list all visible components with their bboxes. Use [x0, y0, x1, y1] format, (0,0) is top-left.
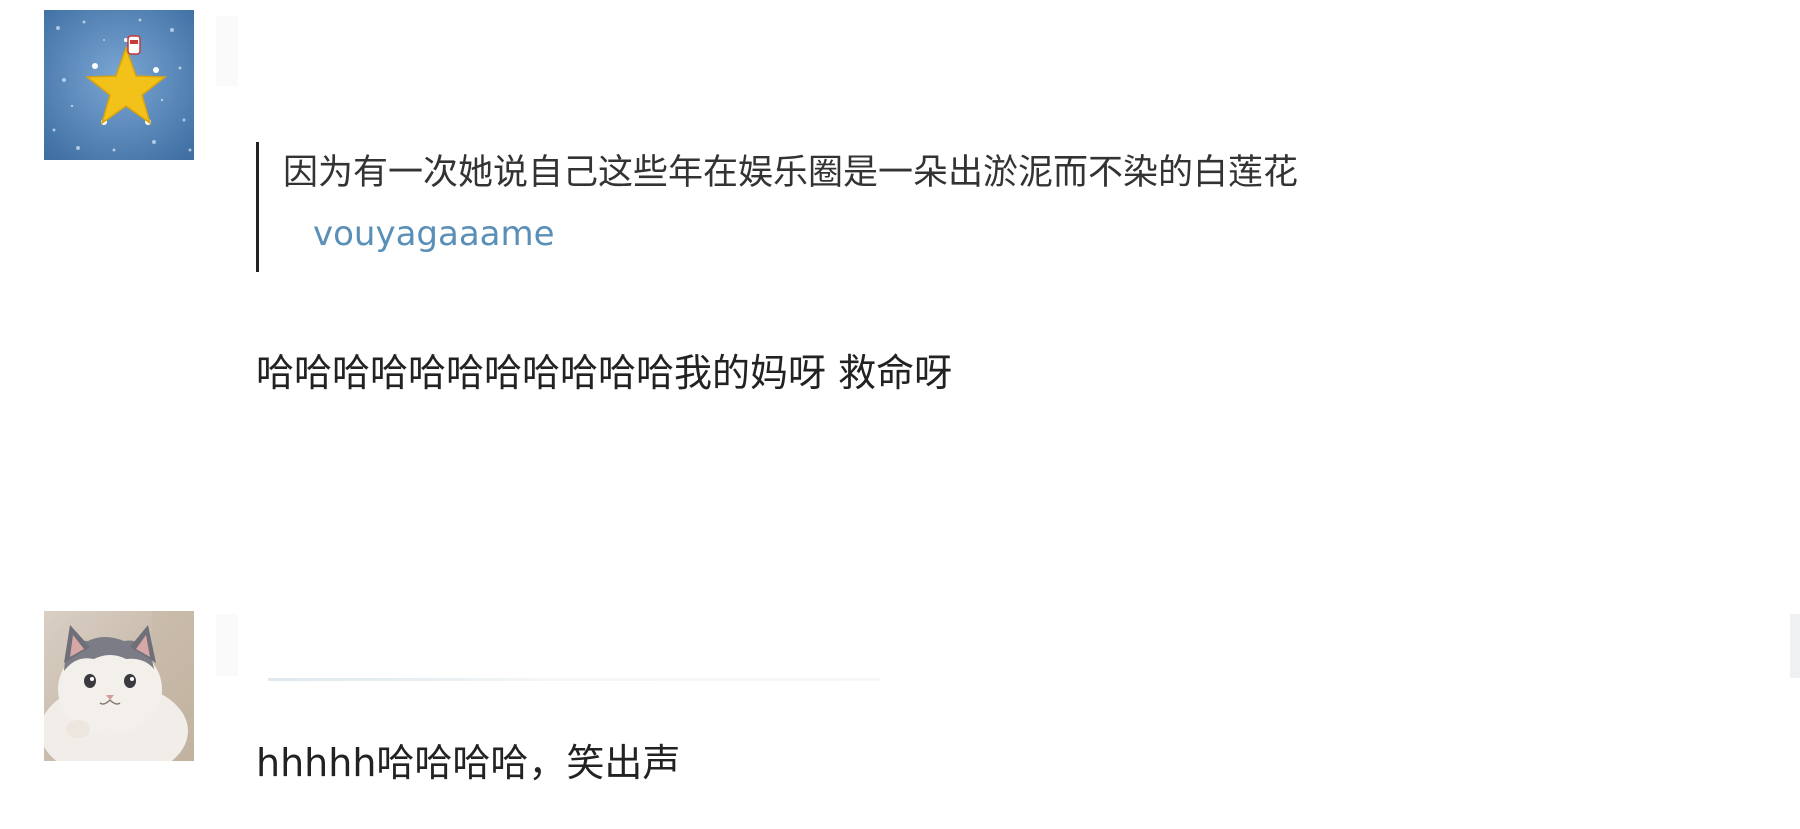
- star-avatar-icon: [44, 10, 194, 160]
- cat-avatar-icon: [44, 611, 194, 761]
- quote-author-link[interactable]: vouyagaaame: [313, 214, 1298, 254]
- scroll-edge: [1790, 614, 1800, 678]
- comment-text: hhhhh哈哈哈哈，笑出声: [256, 741, 681, 785]
- comment-text: 哈哈哈哈哈哈哈哈哈哈哈我的妈呀 救命呀: [256, 351, 953, 395]
- comment-item: 因为有一次她说自己这些年在娱乐圈是一朵出淤泥而不染的白莲花 vouyagaaam…: [0, 0, 1800, 560]
- avatar[interactable]: [44, 611, 194, 761]
- comment-feed: 因为有一次她说自己这些年在娱乐圈是一朵出淤泥而不染的白莲花 vouyagaaam…: [0, 0, 1800, 829]
- faint-placeholder: [216, 614, 238, 676]
- quote-text: 因为有一次她说自己这些年在娱乐圈是一朵出淤泥而不染的白莲花: [283, 153, 1299, 193]
- avatar[interactable]: [44, 10, 194, 160]
- comment-item: hhhhh哈哈哈哈，笑出声: [0, 600, 1800, 829]
- faint-placeholder: [216, 16, 238, 86]
- quoted-comment: 因为有一次她说自己这些年在娱乐圈是一朵出淤泥而不染的白莲花 vouyagaaam…: [256, 142, 1298, 272]
- divider: [268, 678, 880, 681]
